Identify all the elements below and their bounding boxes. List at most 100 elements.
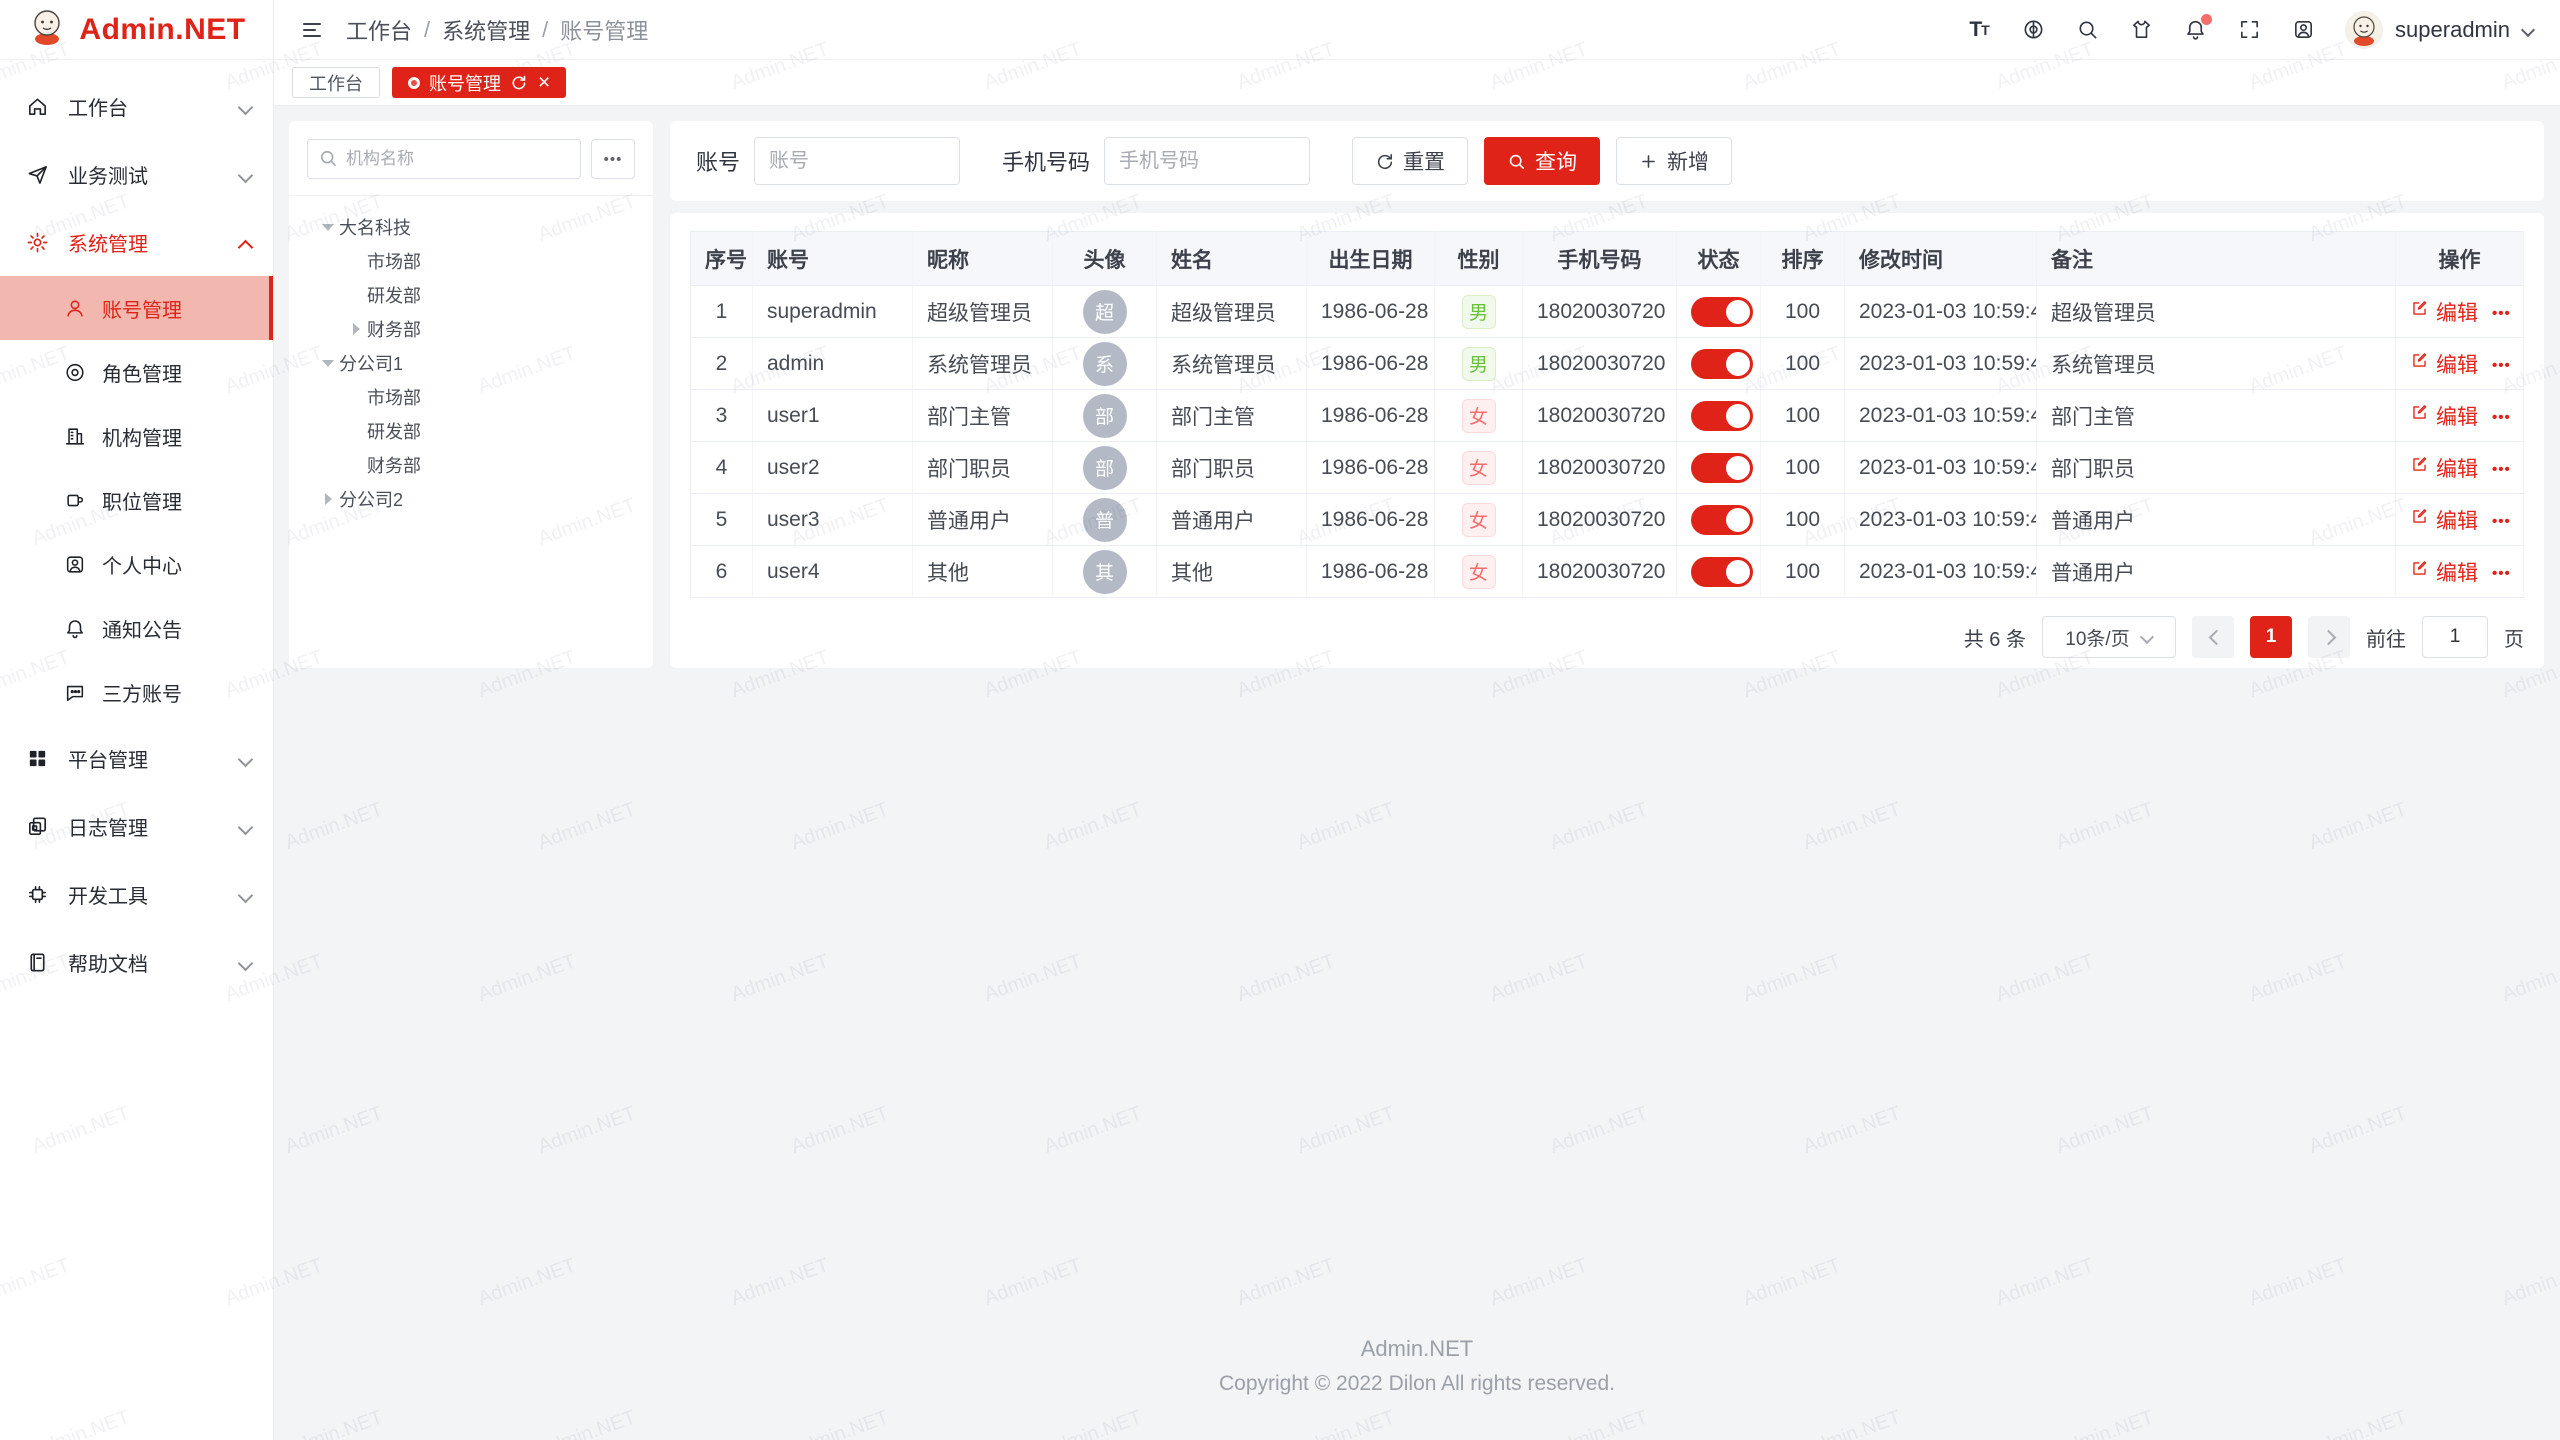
cell-nickname: 系统管理员: [913, 338, 1053, 390]
caret-down-icon[interactable]: [317, 220, 339, 234]
docs-icon: [26, 950, 50, 974]
tree-node[interactable]: 研发部: [299, 414, 643, 448]
caret-right-icon[interactable]: [345, 322, 367, 336]
sidebar-item-position-management[interactable]: 职位管理: [0, 468, 273, 532]
close-icon[interactable]: ×: [538, 72, 550, 93]
sidebar-item-label: 日志管理: [68, 812, 148, 841]
user-avatar[interactable]: [2345, 11, 2383, 49]
caret-placeholder: [345, 424, 367, 438]
sidebar-item-log-management[interactable]: 日志管理: [0, 792, 273, 860]
account-input[interactable]: [754, 137, 960, 185]
status-toggle[interactable]: [1691, 557, 1753, 587]
status-toggle[interactable]: [1691, 349, 1753, 379]
next-page-button[interactable]: [2308, 616, 2350, 658]
sidebar-item-org-management[interactable]: 机构管理: [0, 404, 273, 468]
gender-badge: 女: [1462, 555, 1496, 589]
goto-label: 前往: [2366, 623, 2406, 652]
tree-node[interactable]: 市场部: [299, 244, 643, 278]
tree-node[interactable]: 研发部: [299, 278, 643, 312]
sidebar-item-dev-tools[interactable]: 开发工具: [0, 860, 273, 928]
edit-button[interactable]: 编辑: [2410, 297, 2478, 327]
profile-icon[interactable]: [2291, 18, 2315, 42]
page-size-select[interactable]: 10条/页: [2042, 616, 2176, 658]
query-button[interactable]: 查询: [1484, 137, 1600, 185]
cell-index: 1: [691, 286, 753, 338]
tab-workbench[interactable]: 工作台: [292, 67, 380, 98]
page-number-current[interactable]: 1: [2250, 616, 2292, 658]
more-actions-button[interactable]: •••: [2492, 305, 2511, 322]
cell-modified: 2023-01-03 10:59:44: [1845, 286, 2037, 338]
goto-page-input[interactable]: [2422, 616, 2488, 658]
pagination: 共 6 条 10条/页 1 前往 页: [690, 616, 2524, 658]
cell-modified: 2023-01-03 10:59:44: [1845, 546, 2037, 598]
caret-placeholder: [345, 390, 367, 404]
collapse-menu-icon[interactable]: [300, 18, 324, 42]
more-actions-button[interactable]: •••: [2492, 409, 2511, 426]
status-toggle[interactable]: [1691, 401, 1753, 431]
sidebar-item-notice-announcement[interactable]: 通知公告: [0, 596, 273, 660]
cell-status: [1677, 494, 1761, 546]
refresh-icon[interactable]: [510, 74, 527, 91]
table-row: 2admin系统管理员系系统管理员1986-06-28男180200307201…: [691, 338, 2524, 390]
app-logo[interactable]: Admin.NET: [0, 0, 273, 60]
breadcrumb-item[interactable]: 系统管理: [442, 14, 530, 46]
user-menu[interactable]: superadmin: [2345, 11, 2534, 49]
edit-icon: [2410, 507, 2429, 532]
sidebar-item-business-test[interactable]: 业务测试: [0, 140, 273, 208]
cell-gender: 女: [1435, 546, 1523, 598]
prev-page-button[interactable]: [2192, 616, 2234, 658]
search-icon[interactable]: [2075, 18, 2099, 42]
sidebar-item-workbench[interactable]: 工作台: [0, 72, 273, 140]
avatar: 部: [1083, 446, 1127, 490]
cell-index: 3: [691, 390, 753, 442]
cell-order: 100: [1761, 546, 1845, 598]
phone-input[interactable]: [1104, 137, 1310, 185]
status-toggle[interactable]: [1691, 505, 1753, 535]
edit-button[interactable]: 编辑: [2410, 401, 2478, 431]
tree-node[interactable]: 财务部: [299, 448, 643, 482]
cell-name: 系统管理员: [1157, 338, 1307, 390]
grid-icon: [26, 746, 50, 770]
fullscreen-icon[interactable]: [2237, 18, 2261, 42]
edit-button[interactable]: 编辑: [2410, 505, 2478, 535]
edit-button[interactable]: 编辑: [2410, 453, 2478, 483]
caret-down-icon[interactable]: [317, 356, 339, 370]
font-size-icon[interactable]: TT: [1967, 18, 1991, 42]
sidebar-item-third-party-account[interactable]: 三方账号: [0, 660, 273, 724]
status-toggle[interactable]: [1691, 453, 1753, 483]
org-search-input[interactable]: [307, 139, 581, 179]
column-header-action: 操作: [2396, 232, 2524, 286]
sidebar-item-account-management[interactable]: 账号管理: [0, 276, 273, 340]
tree-node[interactable]: 分公司1: [299, 346, 643, 380]
notification-icon[interactable]: [2183, 18, 2207, 42]
more-actions-button[interactable]: •••: [2492, 513, 2511, 530]
language-icon[interactable]: [2021, 18, 2045, 42]
cell-phone: 18020030720: [1523, 390, 1677, 442]
tree-node[interactable]: 财务部: [299, 312, 643, 346]
tree-node[interactable]: 市场部: [299, 380, 643, 414]
sidebar-item-role-management[interactable]: 角色管理: [0, 340, 273, 404]
edit-button[interactable]: 编辑: [2410, 557, 2478, 587]
tab-account-management[interactable]: 账号管理 ×: [392, 67, 566, 98]
cell-nickname: 其他: [913, 546, 1053, 598]
app-title: Admin.NET: [79, 13, 245, 47]
more-actions-button[interactable]: •••: [2492, 357, 2511, 374]
tree-node[interactable]: 大名科技: [299, 210, 643, 244]
edit-button[interactable]: 编辑: [2410, 349, 2478, 379]
org-more-button[interactable]: •••: [591, 139, 635, 179]
theme-icon[interactable]: [2129, 18, 2153, 42]
sidebar-item-platform-management[interactable]: 平台管理: [0, 724, 273, 792]
cell-phone: 18020030720: [1523, 494, 1677, 546]
breadcrumb-item[interactable]: 工作台: [346, 14, 412, 46]
more-actions-button[interactable]: •••: [2492, 565, 2511, 582]
caret-right-icon[interactable]: [317, 492, 339, 506]
reset-button[interactable]: 重置: [1352, 137, 1468, 185]
cell-name: 超级管理员: [1157, 286, 1307, 338]
sidebar-item-system-management[interactable]: 系统管理: [0, 208, 273, 276]
more-actions-button[interactable]: •••: [2492, 461, 2511, 478]
sidebar-item-personal-center[interactable]: 个人中心: [0, 532, 273, 596]
add-button[interactable]: 新增: [1616, 137, 1732, 185]
tree-node[interactable]: 分公司2: [299, 482, 643, 516]
status-toggle[interactable]: [1691, 297, 1753, 327]
sidebar-item-help-docs[interactable]: 帮助文档: [0, 928, 273, 996]
